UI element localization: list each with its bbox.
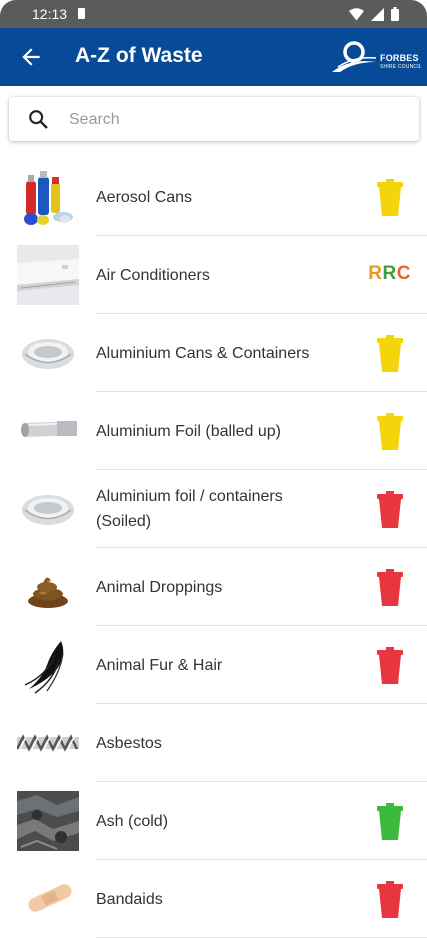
list-item[interactable]: Aluminium Foil (balled up) [0,392,427,470]
animal-fur-thumbnail [24,641,64,694]
item-label: Asbestos [96,734,162,752]
search-bar[interactable] [9,97,419,141]
status-bar: 12:13 [0,0,427,28]
list-item[interactable]: Air Conditioners RRC [0,236,427,314]
logo-name: FORBES [380,53,419,63]
item-label: Ash (cold) [96,812,169,830]
list-item[interactable]: Asbestos [0,704,427,782]
list-item[interactable]: Aerosol Cans [0,158,427,236]
item-label: Aluminium foil / containers (Soiled) [96,488,283,530]
app-bar: A-Z of Waste FORBES SHIRE COUNCIL [0,28,427,86]
council-logo: FORBES SHIRE COUNCIL [330,40,424,76]
red-bin-icon [377,569,403,606]
item-label: Animal Droppings [96,578,223,596]
list-item[interactable]: Ash (cold) [0,782,427,860]
notification-icon [78,8,85,19]
yellow-bin-icon [377,179,403,216]
red-bin-icon [377,881,403,918]
ash-thumbnail [17,791,79,851]
green-bin-icon [377,803,403,840]
cell-signal-icon [371,7,384,21]
logo-subtitle: SHIRE COUNCIL [380,64,422,70]
list-item[interactable]: Aluminium foil / containers (Soiled) [0,470,427,548]
yellow-bin-icon [377,335,403,372]
battery-icon [391,7,399,21]
page-title: A-Z of Waste [75,44,203,67]
yellow-bin-icon [377,413,403,450]
asbestos-thumbnail [17,734,79,752]
logo-swoosh-icon [332,41,377,72]
wifi-icon [349,7,364,20]
back-arrow-icon[interactable] [18,44,44,70]
item-label: Aerosol Cans [96,188,193,206]
search-icon [29,110,48,129]
aerosol-cans-thumbnail [24,171,73,225]
bandaids-thumbnail [28,884,72,912]
list-item[interactable]: Animal Fur & Hair [0,626,427,704]
red-bin-icon [377,647,403,684]
red-bin-icon [377,491,403,528]
item-label: Aluminium Cans & Containers [96,344,310,362]
status-time: 12:13 [32,6,68,22]
item-label: Air Conditioners [96,266,210,284]
item-label: Bandaids [96,890,163,908]
list-item[interactable]: Aluminium Cans & Containers [0,314,427,392]
aluminium-container-thumbnail [22,339,74,369]
aluminium-foil-thumbnail [21,421,77,437]
list-item[interactable]: Animal Droppings [0,548,427,626]
item-label: Animal Fur & Hair [96,656,223,674]
status-icons [349,7,399,21]
item-label: Aluminium Foil (balled up) [96,422,281,440]
aluminium-container-thumbnail [22,495,74,525]
search-input[interactable] [67,107,401,133]
list-item[interactable]: Bandaids [0,860,427,938]
rrc-badge: RRC [368,263,411,284]
waste-list: Aerosol Cans Air Conditioners RRC Alumin… [0,158,427,938]
animal-droppings-thumbnail [28,577,68,608]
air-conditioner-thumbnail [17,245,79,305]
